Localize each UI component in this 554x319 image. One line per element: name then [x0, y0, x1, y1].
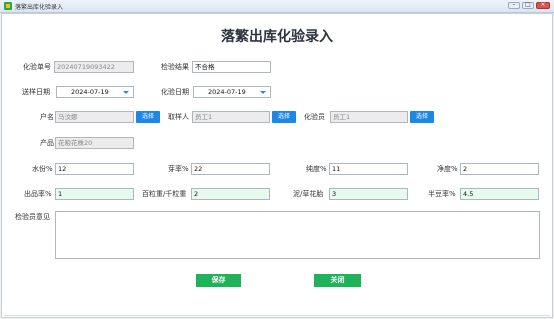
cleanliness-label: 净度% — [437, 165, 458, 173]
tester-field[interactable]: 员工1 — [330, 111, 408, 123]
close-window-button[interactable]: × — [536, 1, 550, 9]
yield-field[interactable]: 1 — [55, 188, 134, 200]
result-field[interactable]: 不合格 — [192, 61, 271, 73]
cleanliness-field[interactable]: 2 — [460, 163, 539, 175]
sampler-label: 取样人 — [168, 113, 189, 121]
test-date-label: 化验日期 — [161, 88, 189, 96]
germination-field[interactable]: 22 — [191, 163, 270, 175]
grain-weight-label: 百粒重/千粒重 — [142, 190, 187, 198]
minimize-button[interactable]: – — [508, 1, 520, 9]
maximize-icon: □ — [525, 1, 531, 8]
germination-label: 芽率% — [168, 165, 189, 173]
minimize-icon: – — [512, 1, 516, 8]
purity-label: 纯度% — [306, 165, 327, 173]
status-bar — [4, 315, 550, 316]
half-bean-field[interactable]: 4.5 — [460, 188, 539, 200]
grain-weight-field[interactable]: 2 — [191, 188, 270, 200]
lab-number-field[interactable]: 20240719093422 — [54, 61, 134, 73]
product-field[interactable]: 花粮花株20 — [55, 137, 134, 149]
moisture-label: 水份% — [32, 165, 53, 173]
household-label: 户名 — [40, 113, 54, 121]
opinion-textarea[interactable] — [55, 211, 540, 259]
send-date-value: 2024-07-19 — [71, 88, 109, 96]
test-date-picker[interactable]: 2024-07-19 — [193, 86, 271, 98]
opinion-label: 检验员意见 — [15, 213, 50, 221]
save-button[interactable]: 保存 — [196, 274, 241, 287]
lab-number-label: 化验单号 — [23, 63, 51, 71]
moisture-field[interactable]: 12 — [55, 163, 134, 175]
half-bean-label: 半豆率% — [428, 190, 456, 198]
chevron-down-icon — [123, 91, 129, 94]
tester-select-button[interactable]: 选择 — [410, 111, 434, 123]
purity-field[interactable]: 11 — [329, 163, 408, 175]
tester-label: 化验员 — [304, 113, 325, 121]
close-button[interactable]: 关闭 — [314, 274, 361, 287]
sampler-select-button[interactable]: 选择 — [272, 111, 296, 123]
app-icon — [4, 2, 12, 10]
maximize-button[interactable]: □ — [522, 1, 534, 9]
window-title: 落繁出库化验录入 — [15, 4, 64, 11]
result-label: 检验结果 — [161, 63, 189, 71]
yield-label: 出品率% — [24, 190, 52, 198]
page-title: 落繁出库化验录入 — [221, 29, 333, 45]
test-date-value: 2024-07-19 — [208, 88, 246, 96]
household-field[interactable]: 马汶娜 — [55, 111, 134, 123]
mud-label: 泥/草花胎 — [293, 190, 324, 198]
chevron-down-icon — [260, 91, 266, 94]
product-label: 产品 — [40, 139, 54, 147]
close-icon: × — [540, 1, 546, 8]
household-select-button[interactable]: 选择 — [136, 111, 160, 123]
mud-field[interactable]: 3 — [329, 188, 408, 200]
send-date-picker[interactable]: 2024-07-19 — [56, 86, 134, 98]
sampler-field[interactable]: 员工1 — [192, 111, 270, 123]
title-bar — [0, 0, 554, 13]
send-date-label: 送样日期 — [22, 88, 50, 96]
